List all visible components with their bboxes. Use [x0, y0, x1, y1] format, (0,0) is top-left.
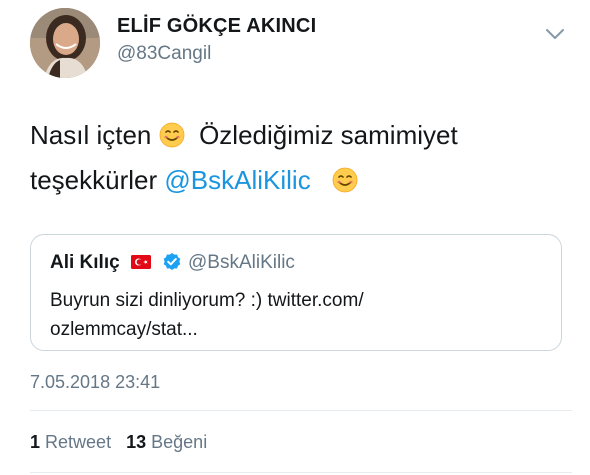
- tweet-text-line-1: Nasıl içten Özlediğimiz samimiyet: [30, 113, 570, 158]
- like-label: Beğeni: [151, 432, 208, 452]
- tweet-text-segment: Özlediğimiz samimiyet: [199, 120, 458, 150]
- quoted-text-line-1: Buyrun sizi dinliyorum? :) twitter.com/: [50, 290, 364, 311]
- chevron-down-icon[interactable]: [544, 26, 566, 42]
- quoted-author-handle: @BskAliKilic: [188, 252, 295, 273]
- quoted-author-name: Ali Kılıç: [50, 252, 120, 273]
- tweet-text: Nasıl içten Özlediğimiz samimiyet teşekk…: [30, 113, 570, 203]
- retweet-count-link[interactable]: 1 Retweet: [30, 432, 111, 452]
- tweet-text-segment: teşekkürler: [30, 165, 158, 195]
- tweet-text-segment: Nasıl içten: [30, 120, 152, 150]
- verified-badge-icon: [162, 252, 182, 272]
- tweet-stats: 1 Retweet 13 Beğeni: [30, 432, 207, 453]
- quoted-tweet[interactable]: Ali Kılıç @BskAliKilic Buyrun sizi dinli…: [30, 234, 562, 351]
- smiling-face-icon: [159, 122, 185, 148]
- quoted-tweet-text: Buyrun sizi dinliyorum? :) twitter.com/ …: [50, 286, 550, 344]
- avatar[interactable]: [30, 8, 100, 78]
- retweet-label: Retweet: [45, 432, 112, 452]
- like-count: 13: [126, 432, 147, 452]
- tweet-card: ELİF GÖKÇE AKINCI @83Cangil Nasıl içten …: [0, 0, 590, 475]
- quoted-text-line-2: ozlemmcay/stat...: [50, 319, 198, 340]
- tweet-text-line-2: teşekkürler @BskAliKilic: [30, 158, 570, 203]
- retweet-count: 1: [30, 432, 41, 452]
- author-display-name[interactable]: ELİF GÖKÇE AKINCI: [117, 15, 316, 38]
- divider: [30, 410, 572, 411]
- turkey-flag-icon: [131, 255, 151, 269]
- smiling-face-icon: [332, 167, 358, 193]
- divider: [30, 472, 572, 473]
- tweet-timestamp[interactable]: 7.05.2018 23:41: [30, 372, 160, 393]
- mention-link[interactable]: @BskAliKilic: [164, 165, 310, 195]
- author-handle[interactable]: @83Cangil: [117, 43, 211, 65]
- like-count-link[interactable]: 13 Beğeni: [126, 432, 207, 452]
